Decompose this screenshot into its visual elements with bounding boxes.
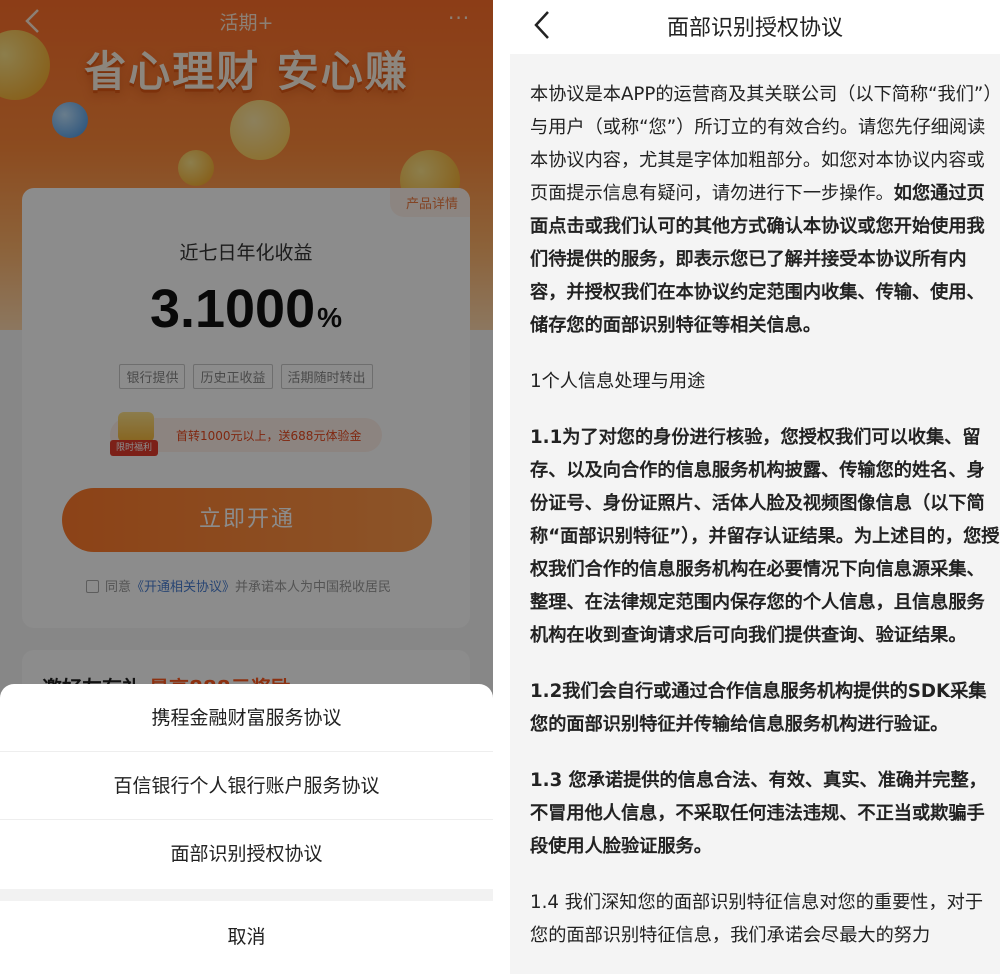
action-sheet: 携程金融财富服务协议 百信银行个人银行账户服务协议 面部识别授权协议 取消 — [0, 684, 493, 974]
sheet-item-ctrip-agreement[interactable]: 携程金融财富服务协议 — [0, 684, 493, 752]
sheet-item-aibank-agreement[interactable]: 百信银行个人银行账户服务协议 — [0, 752, 493, 820]
sheet-item-face-agreement[interactable]: 面部识别授权协议 — [0, 820, 493, 888]
cancel-button[interactable]: 取消 — [0, 901, 493, 974]
right-screen: 面部识别授权协议 本协议是本APP的运营商及其关联公司（以下简称“我们”）与用户… — [510, 0, 1000, 974]
clause-1-4: 1.4 我们深知您的面部识别特征信息对您的重要性，对于您的面部识别特征信息，我们… — [530, 892, 984, 946]
intro-paragraph: 本协议是本APP的运营商及其关联公司（以下简称“我们”）与用户（或称“您”）所订… — [530, 78, 1000, 342]
agreement-header: 面部识别授权协议 — [510, 0, 1000, 54]
clause-1-2: 1.2我们会自行或通过合作信息服务机构提供的SDK采集您的面部识别特征并传输给信… — [530, 681, 987, 735]
agreement-body[interactable]: 本协议是本APP的运营商及其关联公司（以下简称“我们”）与用户（或称“您”）所订… — [530, 78, 1000, 974]
agreement-title: 面部识别授权协议 — [666, 16, 843, 41]
section-heading: 1个人信息处理与用途 — [530, 371, 706, 392]
clause-1-3: 1.3 您承诺提供的信息合法、有效、真实、准确并完整，不冒用他人信息，不采取任何… — [530, 770, 987, 857]
sheet-divider — [0, 889, 493, 901]
left-screen: 活期+ ··· 省心理财 安心赚 产品详情 近七日年化收益 3.1000% 银行… — [0, 0, 493, 974]
clause-1-1: 1.1为了对您的身份进行核验，您授权我们可以收集、留存、以及向合作的信息服务机构… — [530, 427, 1000, 646]
intro-bold: 如您通过页面点击或我们认可的其他方式确认本协议或您开始使用我们待提供的服务，即表… — [530, 183, 985, 336]
